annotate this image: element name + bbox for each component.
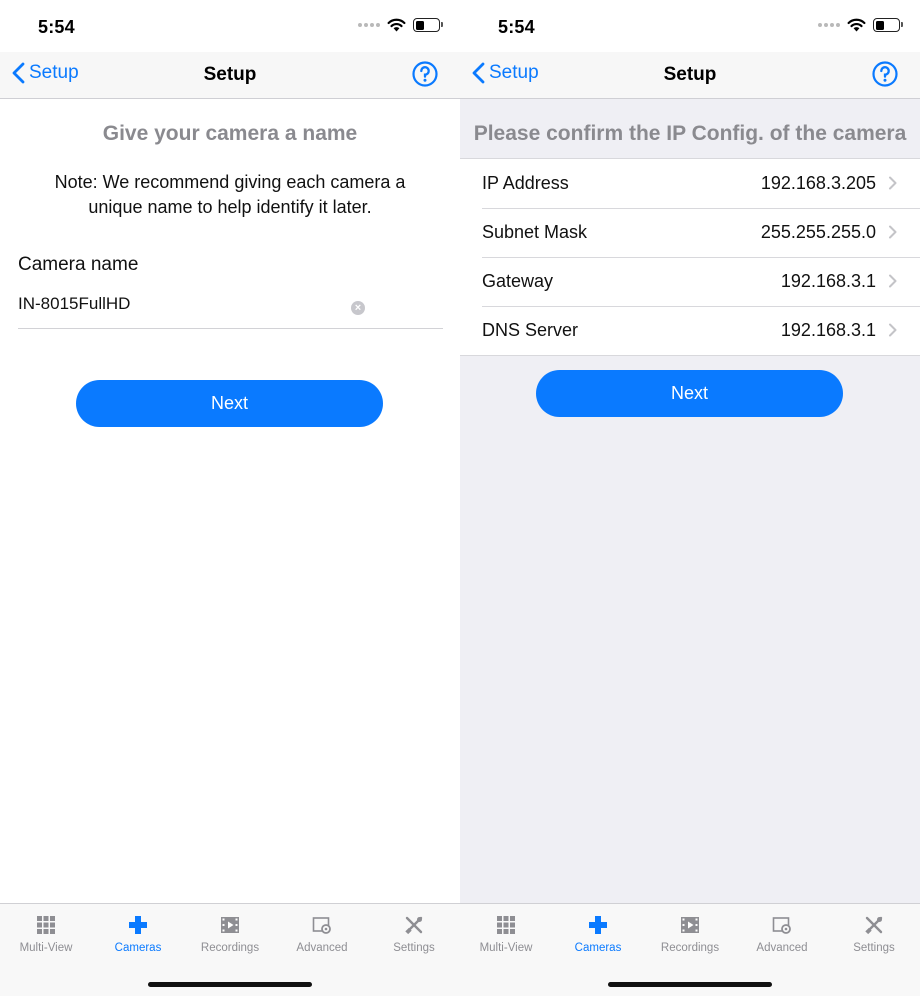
ip-config-table: IP Address 192.168.3.205 Subnet Mask 255… [460,158,920,356]
tools-icon [865,916,883,935]
page-title: Setup [203,64,257,85]
battery-icon [413,18,443,32]
home-indicator [608,982,772,987]
camera-name-label: Camera name [18,254,139,275]
tab-label: Multi-View [19,942,73,954]
row-value: 192.168.3.1 [780,320,876,340]
ip-row-dns-server[interactable]: DNS Server 192.168.3.1 [460,306,920,355]
help-icon[interactable] [412,61,438,87]
battery-icon [873,18,903,32]
ip-row-subnet-mask[interactable]: Subnet Mask 255.255.255.0 [460,208,920,257]
status-time: 5:54 [38,17,75,37]
nav-bar: Setup Setup [0,52,460,99]
tab-label: Settings [853,942,895,954]
wifi-icon [387,18,406,32]
tab-label: Recordings [660,942,720,954]
plus-icon [589,916,607,934]
nav-bar: Setup Setup [460,52,920,99]
page-title: Setup [663,64,717,85]
next-button[interactable]: Next [536,370,843,417]
plus-icon [129,916,147,934]
ip-row-ip-address[interactable]: IP Address 192.168.3.205 [460,159,920,208]
tab-label: Settings [393,942,435,954]
tab-bar: Multi-View Cameras Recordings Advanced S… [0,903,460,996]
tab-advanced[interactable]: Advanced [276,904,368,964]
row-label: Subnet Mask [482,222,588,242]
tab-recordings[interactable]: Recordings [184,904,276,964]
row-label: DNS Server [482,320,579,340]
tab-recordings[interactable]: Recordings [644,904,736,964]
tab-label: Advanced [756,942,808,954]
tab-label: Recordings [200,942,260,954]
tab-cameras[interactable]: Cameras [552,904,644,964]
chevron-right-icon [889,274,897,288]
film-icon [681,917,699,933]
section-heading: Give your camera a name [102,122,358,145]
note-text: Note: We recommend giving each camera a … [54,172,406,217]
status-icons [818,18,903,32]
tab-label: Cameras [114,942,162,954]
grid-icon [37,916,55,934]
section-heading: Please confirm the IP Config. of the cam… [473,122,907,145]
status-icons [358,18,443,32]
tab-multi-view[interactable]: Multi-View [460,904,552,964]
screen-camera-name: 5:54 Setup Setup Give your camera a name… [0,0,460,996]
help-icon[interactable] [872,61,898,87]
advanced-gear-icon [772,917,791,934]
tab-settings[interactable]: Settings [828,904,920,964]
tab-label: Advanced [296,942,348,954]
clear-text-icon[interactable]: × [351,301,365,315]
tab-label: Multi-View [479,942,533,954]
film-icon [221,917,239,933]
tab-multi-view[interactable]: Multi-View [0,904,92,964]
home-indicator [148,982,312,987]
tab-advanced[interactable]: Advanced [736,904,828,964]
chevron-right-icon [889,225,897,239]
status-time: 5:54 [498,17,535,37]
camera-name-field: × [18,288,443,329]
next-button[interactable]: Next [76,380,383,427]
row-label: IP Address [482,173,569,193]
row-value: 255.255.255.0 [760,222,876,242]
tab-cameras[interactable]: Cameras [92,904,184,964]
status-bar: 5:54 [460,0,920,52]
wifi-icon [847,18,866,32]
screens: 5:54 Setup Setup Give your camera a name… [0,0,920,996]
grid-icon [497,916,515,934]
chevron-right-icon [889,323,897,337]
row-value: 192.168.3.205 [760,173,876,193]
row-label: Gateway [482,271,554,291]
ip-row-gateway[interactable]: Gateway 192.168.3.1 [460,257,920,306]
tab-settings[interactable]: Settings [368,904,460,964]
screen-ip-config: 5:54 Setup Setup Please confirm the IP C… [460,0,920,996]
tab-bar: Multi-View Cameras Recordings Advanced S… [460,903,920,996]
row-value: 192.168.3.1 [780,271,876,291]
tab-label: Cameras [574,942,622,954]
tools-icon [405,916,423,935]
signal-dots-icon [818,23,840,27]
chevron-right-icon [889,176,897,190]
advanced-gear-icon [312,917,331,934]
signal-dots-icon [358,23,380,27]
status-bar: 5:54 [0,0,460,52]
camera-name-input[interactable] [18,294,338,314]
